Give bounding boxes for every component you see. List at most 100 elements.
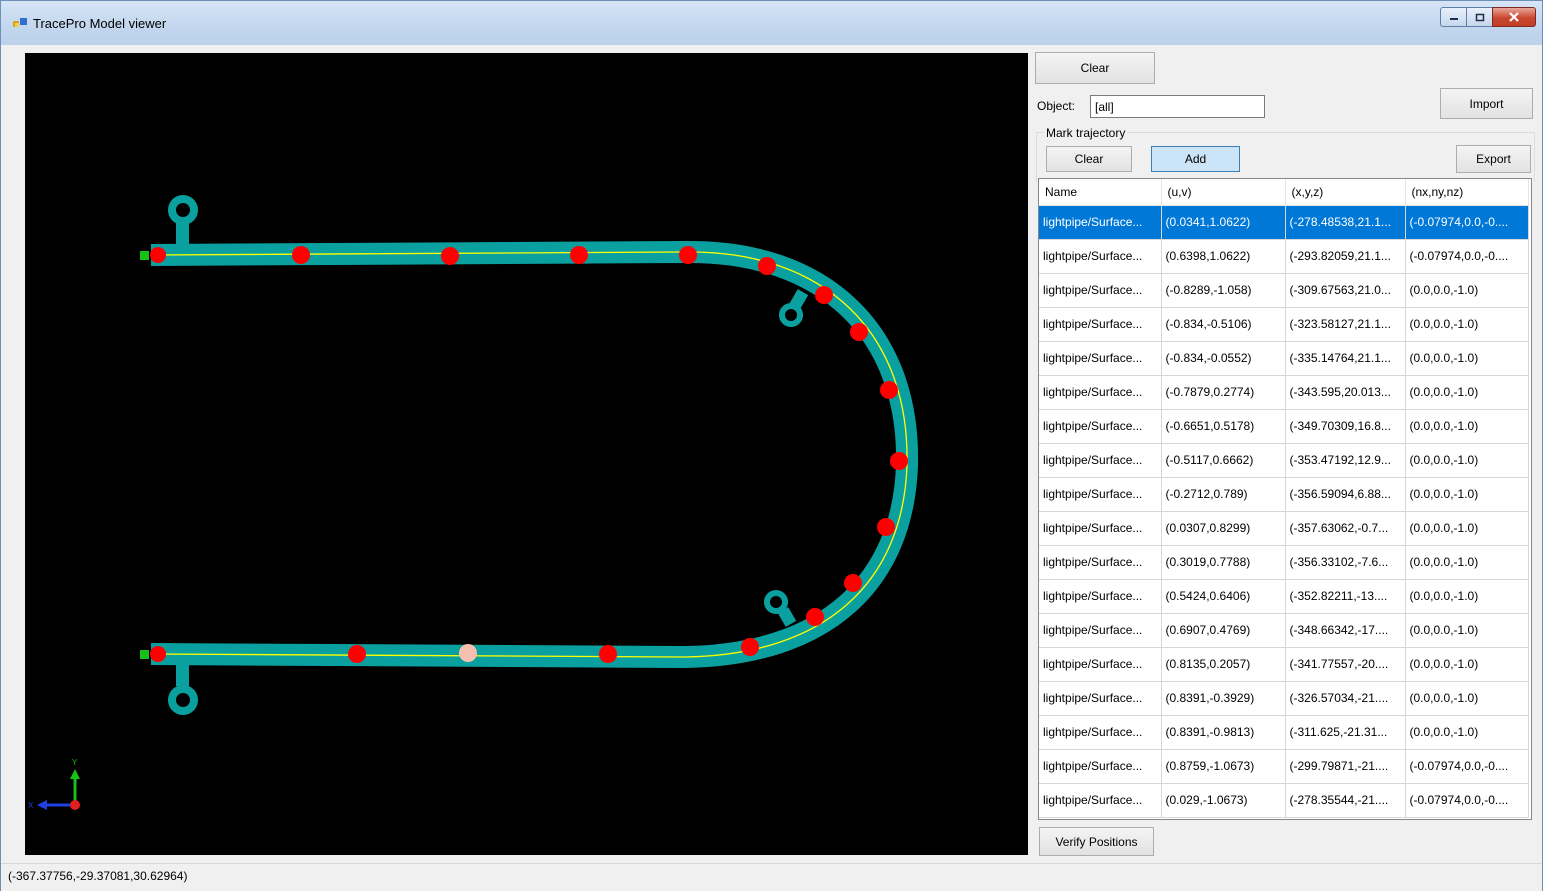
table-row[interactable]: lightpipe/Surface... (0.8135,0.2057) (-341… <box>1039 647 1529 682</box>
cell-name[interactable]: lightpipe/Surface... <box>1039 375 1162 410</box>
cell-normal[interactable]: (-0.07974,0.0,-0.... <box>1405 239 1529 274</box>
cell-uv[interactable]: (-0.5117,0.6662) <box>1161 443 1286 478</box>
cell-name[interactable]: lightpipe/Surface... <box>1039 307 1162 342</box>
cell-normal[interactable]: (-0.07974,0.0,-0.... <box>1405 749 1529 784</box>
cell-uv[interactable]: (-0.834,-0.5106) <box>1161 307 1286 342</box>
table-row[interactable]: lightpipe/Surface... (0.8391,-0.9813) (-31… <box>1039 715 1529 750</box>
table-row[interactable]: lightpipe/Surface... (0.0307,0.8299) (-357… <box>1039 511 1529 546</box>
cell-name[interactable]: lightpipe/Surface... <box>1039 647 1162 682</box>
cell-xyz[interactable]: (-326.57034,-21.... <box>1285 681 1406 716</box>
cell-normal[interactable]: (0.0,0.0,-1.0) <box>1405 681 1529 716</box>
cell-normal[interactable]: (0.0,0.0,-1.0) <box>1405 579 1529 614</box>
cell-uv[interactable]: (0.0341,1.0622) <box>1161 205 1286 240</box>
marker[interactable] <box>880 381 898 399</box>
table-row[interactable]: lightpipe/Surface... (0.029,-1.0673) (-278… <box>1039 783 1529 818</box>
cell-uv[interactable]: (0.6907,0.4769) <box>1161 613 1286 648</box>
verify-positions-button[interactable]: Verify Positions <box>1039 827 1154 856</box>
marker[interactable] <box>806 608 824 626</box>
marker[interactable] <box>570 246 588 264</box>
marker[interactable] <box>815 286 833 304</box>
close-button[interactable] <box>1492 7 1536 27</box>
cell-name[interactable]: lightpipe/Surface... <box>1039 681 1162 716</box>
marker[interactable] <box>292 246 310 264</box>
cell-xyz[interactable]: (-311.625,-21.31... <box>1285 715 1406 750</box>
cell-name[interactable]: lightpipe/Surface... <box>1039 579 1162 614</box>
cell-normal[interactable]: (0.0,0.0,-1.0) <box>1405 409 1529 444</box>
cell-name[interactable]: lightpipe/Surface... <box>1039 613 1162 648</box>
cell-uv[interactable]: (0.8391,-0.9813) <box>1161 715 1286 750</box>
cell-normal[interactable]: (-0.07974,0.0,-0.... <box>1405 205 1529 240</box>
table-row[interactable]: lightpipe/Surface... (0.6398,1.0622) (-293… <box>1039 239 1529 274</box>
cell-normal[interactable]: (-0.07974,0.0,-0.... <box>1405 783 1529 818</box>
table-row[interactable]: lightpipe/Surface... (-0.7879,0.2774) (-34… <box>1039 375 1529 410</box>
minimize-button[interactable] <box>1440 7 1467 27</box>
column-header-uv[interactable]: (u,v) <box>1161 179 1286 206</box>
table-row[interactable]: lightpipe/Surface... (-0.834,-0.0552) (-33… <box>1039 341 1529 376</box>
cell-name[interactable]: lightpipe/Surface... <box>1039 715 1162 750</box>
cell-uv[interactable]: (0.029,-1.0673) <box>1161 783 1286 818</box>
cell-xyz[interactable]: (-348.66342,-17.... <box>1285 613 1406 648</box>
cell-name[interactable]: lightpipe/Surface... <box>1039 443 1162 478</box>
cell-xyz[interactable]: (-278.48538,21.1... <box>1285 205 1406 240</box>
marker[interactable] <box>890 452 908 470</box>
marker[interactable] <box>877 518 895 536</box>
cell-name[interactable]: lightpipe/Surface... <box>1039 273 1162 308</box>
cell-name[interactable]: lightpipe/Surface... <box>1039 341 1162 376</box>
cell-name[interactable]: lightpipe/Surface... <box>1039 239 1162 274</box>
cell-uv[interactable]: (-0.8289,-1.058) <box>1161 273 1286 308</box>
trajectory-table[interactable]: Name (u,v) (x,y,z) (nx,ny,nz) lightpipe/… <box>1038 178 1532 820</box>
marker-highlighted[interactable] <box>459 644 477 662</box>
model-viewport[interactable]: Y X <box>25 53 1028 855</box>
cell-uv[interactable]: (-0.6651,0.5178) <box>1161 409 1286 444</box>
cell-normal[interactable]: (0.0,0.0,-1.0) <box>1405 443 1529 478</box>
cell-name[interactable]: lightpipe/Surface... <box>1039 545 1162 580</box>
table-row[interactable]: lightpipe/Surface... (0.3019,0.7788) (-356… <box>1039 545 1529 580</box>
add-marker-button[interactable]: Add <box>1151 146 1240 172</box>
cell-xyz[interactable]: (-357.63062,-0.7... <box>1285 511 1406 546</box>
cell-normal[interactable]: (0.0,0.0,-1.0) <box>1405 375 1529 410</box>
cell-normal[interactable]: (0.0,0.0,-1.0) <box>1405 715 1529 750</box>
table-row[interactable]: lightpipe/Surface... (0.5424,0.6406) (-352… <box>1039 579 1529 614</box>
column-header-xyz[interactable]: (x,y,z) <box>1285 179 1406 206</box>
cell-name[interactable]: lightpipe/Surface... <box>1039 783 1162 818</box>
maximize-button[interactable] <box>1466 7 1493 27</box>
cell-uv[interactable]: (-0.834,-0.0552) <box>1161 341 1286 376</box>
marker[interactable] <box>679 246 697 264</box>
object-input[interactable] <box>1090 95 1265 118</box>
marker[interactable] <box>844 574 862 592</box>
cell-normal[interactable]: (0.0,0.0,-1.0) <box>1405 613 1529 648</box>
cell-normal[interactable]: (0.0,0.0,-1.0) <box>1405 511 1529 546</box>
cell-normal[interactable]: (0.0,0.0,-1.0) <box>1405 307 1529 342</box>
cell-xyz[interactable]: (-323.58127,21.1... <box>1285 307 1406 342</box>
import-button[interactable]: Import <box>1440 88 1533 119</box>
cell-xyz[interactable]: (-299.79871,-21.... <box>1285 749 1406 784</box>
cell-xyz[interactable]: (-341.77557,-20.... <box>1285 647 1406 682</box>
cell-uv[interactable]: (0.8759,-1.0673) <box>1161 749 1286 784</box>
cell-xyz[interactable]: (-356.59094,6.88... <box>1285 477 1406 512</box>
cell-xyz[interactable]: (-293.82059,21.1... <box>1285 239 1406 274</box>
cell-xyz[interactable]: (-352.82211,-13.... <box>1285 579 1406 614</box>
cell-name[interactable]: lightpipe/Surface... <box>1039 511 1162 546</box>
table-row[interactable]: lightpipe/Surface... (0.0341,1.0622) (-278… <box>1039 205 1529 240</box>
cell-name[interactable]: lightpipe/Surface... <box>1039 205 1162 240</box>
cell-uv[interactable]: (0.8391,-0.3929) <box>1161 681 1286 716</box>
column-header-normal[interactable]: (nx,ny,nz) <box>1405 179 1529 206</box>
cell-xyz[interactable]: (-278.35544,-21.... <box>1285 783 1406 818</box>
marker[interactable] <box>741 638 759 656</box>
column-header-name[interactable]: Name <box>1039 179 1162 206</box>
export-button[interactable]: Export <box>1456 145 1531 173</box>
cell-uv[interactable]: (0.5424,0.6406) <box>1161 579 1286 614</box>
cell-xyz[interactable]: (-335.14764,21.1... <box>1285 341 1406 376</box>
marker[interactable] <box>850 323 868 341</box>
table-row[interactable]: lightpipe/Surface... (0.8759,-1.0673) (-29… <box>1039 749 1529 784</box>
cell-normal[interactable]: (0.0,0.0,-1.0) <box>1405 545 1529 580</box>
table-row[interactable]: lightpipe/Surface... (0.6907,0.4769) (-348… <box>1039 613 1529 648</box>
cell-xyz[interactable]: (-309.67563,21.0... <box>1285 273 1406 308</box>
marker[interactable] <box>758 257 776 275</box>
cell-normal[interactable]: (0.0,0.0,-1.0) <box>1405 477 1529 512</box>
table-row[interactable]: lightpipe/Surface... (-0.8289,-1.058) (-30… <box>1039 273 1529 308</box>
cell-uv[interactable]: (0.0307,0.8299) <box>1161 511 1286 546</box>
cell-uv[interactable]: (0.6398,1.0622) <box>1161 239 1286 274</box>
cell-normal[interactable]: (0.0,0.0,-1.0) <box>1405 647 1529 682</box>
cell-name[interactable]: lightpipe/Surface... <box>1039 749 1162 784</box>
